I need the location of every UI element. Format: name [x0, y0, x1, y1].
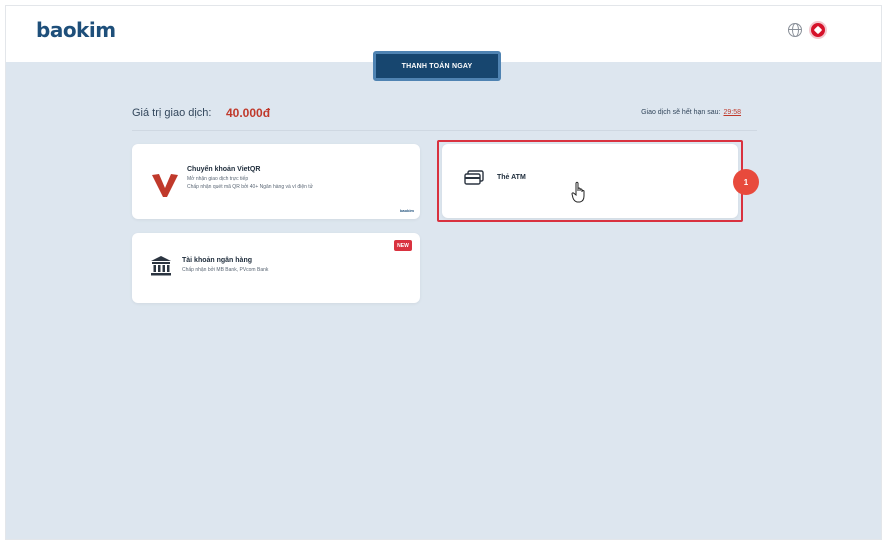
bank-account-subtitle: Chấp nhận bởi MB Bank, PVcom Bank: [182, 267, 269, 273]
hand-pointer-icon: [571, 181, 585, 203]
payment-method-vietqr[interactable]: Chuyển khoản VietQR Mở nhận giao dịch tr…: [132, 144, 420, 219]
vietnam-flag-icon[interactable]: [809, 21, 827, 39]
expire-label: Giao dịch sẽ hết hạn sau:: [641, 109, 721, 116]
vietqr-subtitle: Mở nhận giao dịch trực tiếp: [187, 176, 249, 182]
payment-method-bank-account[interactable]: Tài khoản ngân hàng Chấp nhận bởi MB Ban…: [132, 233, 420, 303]
pay-now-button[interactable]: THANH TOÁN NGAY: [373, 51, 501, 81]
baokim-logo[interactable]: baokim: [36, 18, 116, 42]
amount-label: Giá trị giao dịch:: [132, 107, 212, 119]
expire-time: 29:58: [723, 109, 741, 116]
vietqr-v-icon: [152, 174, 178, 197]
vietqr-description: Chấp nhận quét mã QR bởi 40+ Ngân hàng v…: [187, 184, 314, 190]
vietqr-brand-label: baokim: [399, 208, 414, 213]
bank-account-title: Tài khoản ngân hàng: [182, 257, 253, 264]
payment-page: baokim THANH TOÁN NGAY Giá trị giao dịch…: [5, 5, 882, 540]
new-badge: NEW: [394, 240, 412, 251]
transaction-summary: Giá trị giao dịch: 40.000đ Giao dịch sẽ …: [132, 101, 757, 131]
expire-notice: Giao dịch sẽ hết hạn sau: 29:58: [641, 109, 741, 116]
globe-icon[interactable]: [788, 23, 802, 37]
step-number-badge: 1: [733, 169, 759, 195]
bank-icon: [151, 256, 171, 276]
amount-value: 40.000đ: [226, 106, 271, 120]
atm-highlight-box: [437, 140, 743, 222]
vietqr-title: Chuyển khoản VietQR: [187, 166, 261, 173]
